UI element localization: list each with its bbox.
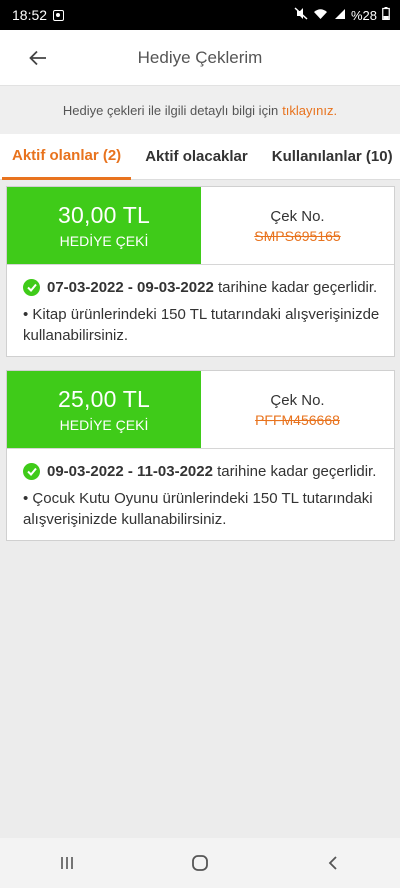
- gift-card-code-label: Çek No.: [270, 391, 325, 409]
- gift-card-dates: 09-03-2022 - 11-03-2022: [47, 463, 213, 480]
- info-text: Hediye çekleri ile ilgili detaylı bilgi …: [62, 102, 279, 118]
- wifi-icon: [313, 8, 328, 23]
- gift-card[interactable]: 30,00 TL HEDİYE ÇEKİ Çek No. SMPS695165 …: [6, 186, 395, 357]
- notification-icon: [53, 9, 65, 21]
- tab-active-coupons[interactable]: Aktif olanlar (2): [2, 134, 132, 180]
- app-header: Hediye Çeklerim: [0, 30, 400, 86]
- arrow-left-icon[interactable]: [26, 46, 50, 70]
- check-circle-icon: [23, 279, 40, 296]
- tab-bar: Aktif olanlar (2) Aktif olacaklar Kullan…: [0, 134, 400, 180]
- page-title: Hediye Çeklerim: [137, 47, 263, 67]
- status-time: 18:52: [12, 7, 48, 23]
- battery-percent: %28: [350, 7, 377, 23]
- gift-card-note: • Kitap ürünlerindeki 150 TL tutarındaki…: [23, 306, 380, 344]
- gift-card-code-box: Çek No. SMPS695165: [201, 187, 394, 264]
- gift-card-dates: 07-03-2022 - 09-03-2022: [47, 279, 214, 296]
- recent-apps-icon[interactable]: [47, 843, 87, 883]
- gift-card[interactable]: 25,00 TL HEDİYE ÇEKİ Çek No. PFFM456668 …: [6, 370, 395, 541]
- signal-icon: [333, 8, 346, 23]
- gift-card-note: • Çocuk Kutu Oyunu ürünlerindeki 150 TL …: [23, 490, 373, 528]
- gift-card-amount-box: 30,00 TL HEDİYE ÇEKİ: [7, 187, 201, 264]
- gift-card-amount: 25,00 TL: [58, 386, 150, 412]
- gift-card-amount-box: 25,00 TL HEDİYE ÇEKİ: [7, 371, 201, 448]
- gift-card-amount: 30,00 TL: [58, 202, 150, 228]
- home-icon[interactable]: [180, 843, 220, 883]
- tab-used-coupons[interactable]: Kullanılanlar (10): [262, 134, 400, 180]
- gift-card-validity-text: tarihine kadar geçerlidir.: [217, 463, 377, 480]
- info-line: Hediye çekleri ile ilgili detaylı bilgi …: [0, 86, 400, 134]
- battery-icon: [382, 7, 390, 23]
- gift-card-validity-text: tarihine kadar geçerlidir.: [217, 279, 378, 296]
- tab-upcoming-coupons[interactable]: Aktif olacaklar: [135, 134, 258, 180]
- mute-icon: [294, 7, 308, 23]
- gift-card-code-box: Çek No. PFFM456668: [201, 371, 394, 448]
- status-bar: 18:52 %28: [0, 0, 400, 30]
- gift-card-kind: HEDİYE ÇEKİ: [59, 417, 149, 433]
- system-nav-bar: [0, 838, 400, 888]
- gift-card-code: SMPS695165: [254, 227, 341, 244]
- gift-card-code: PFFM456668: [255, 411, 340, 428]
- gift-card-details: 09-03-2022 - 11-03-2022 tarihine kadar g…: [7, 449, 394, 540]
- info-link[interactable]: tıklayınız.: [282, 103, 337, 118]
- gift-card-details: 07-03-2022 - 09-03-2022 tarihine kadar g…: [7, 265, 394, 356]
- back-icon[interactable]: [313, 843, 353, 883]
- gift-card-code-label: Çek No.: [270, 207, 325, 225]
- check-circle-icon: [23, 463, 40, 480]
- gift-card-kind: HEDİYE ÇEKİ: [59, 233, 149, 249]
